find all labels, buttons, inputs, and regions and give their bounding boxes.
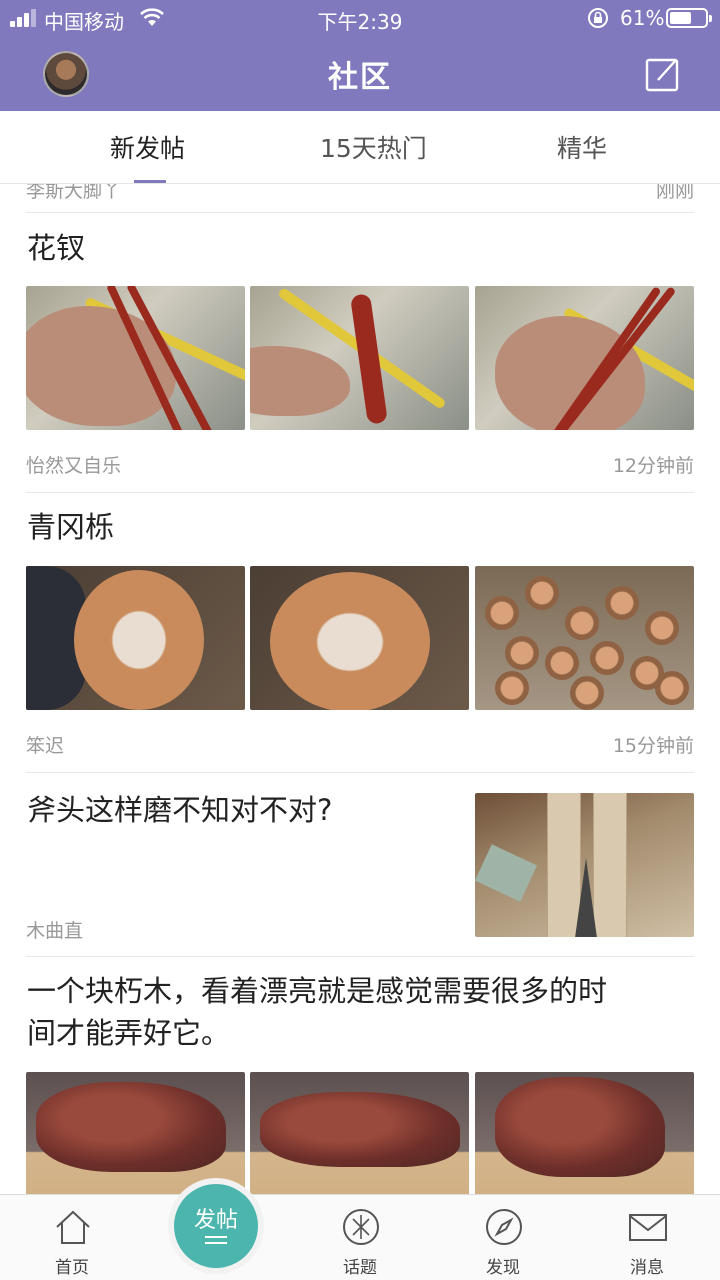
tab-featured[interactable]: 精华 [557,129,607,165]
new-post-button[interactable]: 发帖 [168,1178,264,1274]
post-image[interactable] [26,286,245,430]
post-author: 怡然又自乐 [26,455,122,477]
topics-icon [343,1209,379,1245]
divider [26,212,694,213]
nav-home-label: 首页 [55,1258,89,1278]
post-time: 刚刚 [655,184,694,202]
post-image[interactable] [475,793,694,937]
new-post-button-inner: 发帖 [174,1184,258,1268]
divider [26,492,694,493]
nav-topics[interactable]: 话题 [310,1195,410,1280]
post-meta: 怡然又自乐 12分钟前 [26,451,694,478]
post-image[interactable] [250,566,469,710]
tab-bar: 新发帖 15天热门 精华 [0,111,720,184]
post-title[interactable]: 一个块朽木，看着漂亮就是感觉需要很多的时 [27,970,607,1012]
status-time: 下午2:39 [317,10,403,34]
post-image[interactable] [250,1072,469,1194]
post-title[interactable]: 青冈栎 [27,506,114,548]
bottom-nav: 首页 话题 发现 消息 [0,1194,720,1280]
page-title: 社区 [328,60,392,95]
menu-lines-icon [205,1236,227,1244]
post-meta: 笨迟 15分钟前 [26,731,694,758]
previous-post-meta: 李斯大脚丫 刚刚 [26,184,694,203]
post-time: 12分钟前 [612,455,694,477]
compass-icon [486,1209,522,1245]
post-time: 15分钟前 [612,735,694,757]
compose-icon[interactable] [644,55,682,93]
post-author: 笨迟 [26,735,65,757]
nav-discover-label: 发现 [486,1258,520,1278]
tab-hot-15-days[interactable]: 15天热门 [320,129,427,165]
nav-discover[interactable]: 发现 [453,1195,553,1280]
nav-topics-label: 话题 [343,1258,377,1278]
battery-icon [666,8,712,28]
post-image[interactable] [475,566,694,710]
nav-home[interactable]: 首页 [22,1195,122,1280]
post-image[interactable] [26,566,245,710]
post-image[interactable] [475,286,694,430]
post-author: 木曲直 [26,920,84,942]
tab-new-posts[interactable]: 新发帖 [110,129,185,165]
post-title[interactable]: 斧头这样磨不知对不对? [27,789,447,831]
post-image[interactable] [26,1072,245,1194]
home-icon [56,1210,90,1244]
status-bar: 中国移动 下午2:39 61% [0,0,720,36]
post-author: 李斯大脚丫 [26,184,122,202]
post-image[interactable] [250,286,469,430]
top-bar: 中国移动 下午2:39 61% 社区 [0,0,720,111]
divider [26,772,694,773]
post-title[interactable]: 花钗 [27,227,85,269]
new-post-label: 发帖 [193,1208,238,1233]
divider [26,956,694,957]
post-image[interactable] [475,1072,694,1194]
orientation-lock-icon [588,8,608,28]
active-tab-indicator [134,180,166,183]
post-title-line2[interactable]: 间才能弄好它。 [27,1012,230,1054]
mail-icon [629,1214,667,1241]
nav-messages[interactable]: 消息 [597,1195,697,1280]
battery-percent: 61% [620,6,665,30]
post-feed[interactable]: 李斯大脚丫 刚刚 花钗 怡然又自乐 12分钟前 青冈栎 笨迟 15分钟前 斧头这… [0,184,720,1194]
nav-messages-label: 消息 [630,1258,664,1278]
post-meta: 木曲直 [26,916,446,943]
